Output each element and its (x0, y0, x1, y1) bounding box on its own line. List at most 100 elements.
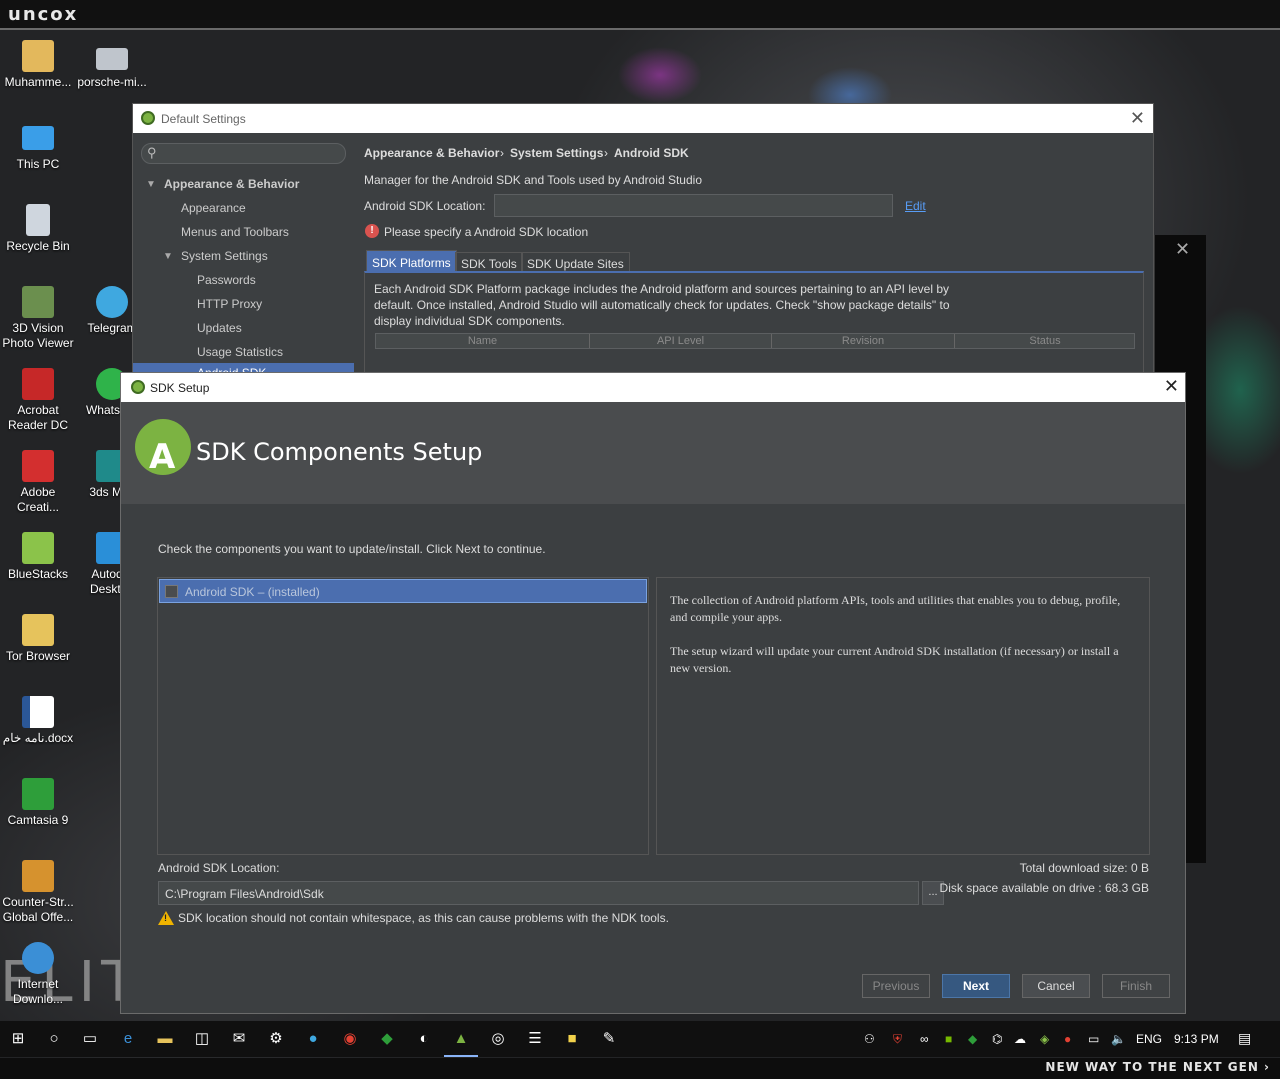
desktop-icon-idm[interactable]: Internet Downlo... (0, 942, 76, 1007)
3d-vision-icon (22, 286, 54, 318)
edit-link[interactable]: Edit (905, 199, 926, 213)
table-header: Name API Level Revision Status (375, 333, 1135, 349)
active-app-indicator (444, 1055, 478, 1057)
tree-item-passwords[interactable]: Passwords (197, 273, 256, 287)
language-indicator[interactable]: ENG (1136, 1032, 1162, 1046)
desktop-icon-csgo[interactable]: Counter-Str... Global Offe... (0, 860, 76, 925)
wizard-instruction: Check the components you want to update/… (158, 542, 546, 556)
bluestacks-icon (22, 532, 54, 564)
cancel-button[interactable]: Cancel (1022, 974, 1090, 998)
tree-item-usage-statistics[interactable]: Usage Statistics (197, 345, 283, 359)
component-checkbox[interactable] (165, 585, 178, 598)
previous-button[interactable]: Previous (862, 974, 930, 998)
component-label: Android SDK – (installed) (185, 585, 320, 599)
warning-message: SDK location should not contain whitespa… (178, 911, 669, 925)
desktop-icon-bluestacks[interactable]: BlueStacks (0, 532, 76, 582)
camtasia-tray-icon[interactable]: ◆ (968, 1032, 977, 1046)
tree-item-http-proxy[interactable]: HTTP Proxy (197, 297, 262, 311)
breadcrumb-separator: › (604, 146, 608, 160)
volume-icon[interactable]: 🔈 (1111, 1032, 1126, 1046)
tree-item-menus-toolbars[interactable]: Menus and Toolbars (181, 225, 289, 239)
tree-item-appearance-behavior[interactable]: Appearance & Behavior (164, 177, 299, 191)
task-view-icon[interactable]: ▭ (80, 1029, 100, 1049)
tab-sdk-update-sites[interactable]: SDK Update Sites (521, 252, 630, 272)
column-header-status[interactable]: Status (955, 335, 1135, 347)
display-icon[interactable]: ▭ (1088, 1032, 1099, 1046)
desktop-icon-user-folder[interactable]: Muhamme... (0, 40, 76, 90)
brand-footer: NEW WAY TO THE NEXT GEN › (0, 1058, 1280, 1079)
sdk-location-field[interactable] (494, 194, 893, 217)
desktop-icon-creative-cloud[interactable]: Adobe Creati... (0, 450, 76, 515)
nvidia-icon[interactable]: ■ (945, 1032, 952, 1046)
media-player-icon[interactable]: ◎ (488, 1029, 508, 1049)
window-title: Default Settings (161, 112, 246, 126)
user-folder-icon (22, 40, 54, 72)
sticky-notes-icon[interactable]: ■ (562, 1029, 582, 1049)
link-icon[interactable]: ∞ (920, 1032, 929, 1046)
store-icon[interactable]: ◫ (192, 1029, 212, 1049)
desktop-icon-camtasia[interactable]: Camtasia 9 (0, 778, 76, 828)
finish-button[interactable]: Finish (1102, 974, 1170, 998)
bluestacks-tray-icon[interactable]: ◈ (1040, 1032, 1049, 1046)
tree-item-updates[interactable]: Updates (197, 321, 242, 335)
sdk-location-field[interactable]: C:\Program Files\Android\Sdk (158, 881, 919, 905)
chrome-tray-icon[interactable]: ● (1064, 1032, 1071, 1046)
android-studio-icon[interactable]: ▲ (451, 1029, 471, 1049)
telegram-icon (96, 286, 128, 318)
telegram-icon[interactable]: ● (303, 1029, 323, 1049)
onedrive-icon[interactable]: ☁ (1014, 1032, 1026, 1046)
recycle-bin-icon (26, 204, 50, 236)
brand-logo: uncox (8, 4, 79, 25)
desktop-icon-this-pc[interactable]: This PC (0, 122, 76, 172)
people-icon[interactable]: ⚇ (864, 1032, 875, 1046)
close-icon[interactable]: ✕ (1164, 376, 1179, 397)
sdk-location-label: Android SDK Location: (158, 861, 280, 875)
settings-gear-icon[interactable]: ⚙ (266, 1029, 286, 1049)
windows-start-icon[interactable]: ⊞ (8, 1029, 28, 1049)
desktop-icon-tor-browser[interactable]: Tor Browser (0, 614, 76, 664)
tab-sdk-tools[interactable]: SDK Tools (455, 252, 523, 272)
network-icon[interactable]: ⌬ (992, 1032, 1002, 1046)
security-icon[interactable]: ⛨ (893, 1032, 902, 1047)
chevron-down-icon[interactable]: ▼ (146, 179, 156, 190)
column-header-revision[interactable]: Revision (772, 335, 954, 347)
clock[interactable]: 9:13 PM (1174, 1032, 1219, 1046)
notifications-icon[interactable]: ▤ (1238, 1030, 1251, 1047)
cortana-icon[interactable]: ○ (44, 1029, 64, 1049)
desktop-icon-label: Internet Downlo... (12, 977, 64, 1006)
camtasia-icon[interactable]: ◆ (377, 1029, 397, 1049)
tab-sdk-platforms[interactable]: SDK Platforms (366, 250, 457, 272)
brand-tagline: NEW WAY TO THE NEXT GEN › (1045, 1060, 1270, 1074)
camtasia-icon (22, 778, 54, 810)
notes-app-icon[interactable]: ☰ (525, 1029, 545, 1049)
paint-icon[interactable]: ✎ (599, 1029, 619, 1049)
component-list: Android SDK – (installed) (157, 577, 649, 855)
desktop-icon-acrobat[interactable]: Acrobat Reader DC (0, 368, 76, 433)
desktop-icon-word-document[interactable]: نامه خام.docx (0, 696, 76, 746)
edge-icon[interactable]: e (118, 1029, 138, 1049)
next-button[interactable]: Next (942, 974, 1010, 998)
tree-item-appearance[interactable]: Appearance (181, 201, 246, 215)
column-header-api-level[interactable]: API Level (590, 335, 771, 347)
chrome-icon[interactable]: ◉ (340, 1029, 360, 1049)
list-item-android-sdk[interactable]: Android SDK – (installed) (159, 579, 647, 603)
total-download-size: Total download size: 0 B (1019, 861, 1149, 875)
sdk-location-label: Android SDK Location: (364, 199, 486, 213)
breadcrumb-item: Android SDK (614, 146, 689, 160)
desktop-icon-label: Counter-Str... Global Offe... (2, 895, 74, 924)
tree-item-system-settings[interactable]: System Settings (181, 249, 268, 263)
settings-tree: ⚲ ▼ Appearance & Behavior Appearance Men… (133, 133, 354, 383)
desktop-icon-recycle-bin[interactable]: Recycle Bin (0, 204, 76, 254)
mail-icon[interactable]: ✉ (229, 1029, 249, 1049)
close-icon[interactable]: ✕ (1130, 108, 1145, 129)
desktop-icon-porsche-image[interactable]: porsche-mi... (74, 40, 150, 90)
chevron-down-icon[interactable]: ▼ (163, 251, 173, 262)
column-header-name[interactable]: Name (376, 335, 589, 347)
close-icon[interactable]: ✕ (1175, 239, 1190, 260)
file-explorer-icon[interactable]: ▬ (155, 1029, 175, 1049)
desktop-icon-label: نامه خام.docx (2, 731, 74, 745)
desktop-icon-label: Tor Browser (5, 649, 70, 663)
settings-search-input[interactable]: ⚲ (141, 143, 346, 164)
audio-app-icon[interactable]: ◐ (414, 1029, 434, 1049)
desktop-icon-3d-vision[interactable]: 3D Vision Photo Viewer (0, 286, 76, 351)
